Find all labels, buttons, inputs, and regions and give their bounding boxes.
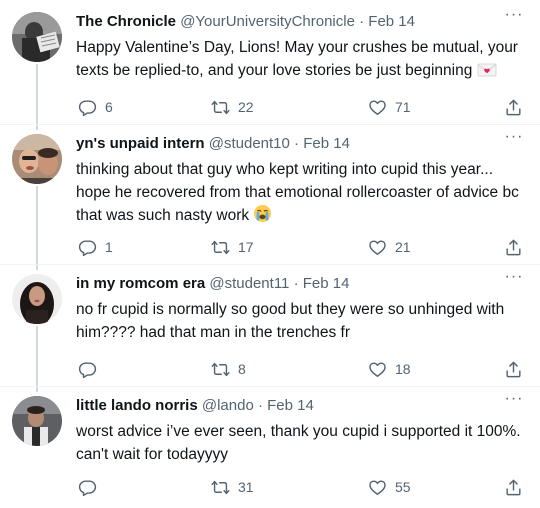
reply-button[interactable]: 6 xyxy=(78,96,113,118)
tweet-header: yn's unpaid intern @student10 · Feb 14 xyxy=(76,134,350,154)
retweet-count: 8 xyxy=(238,361,246,377)
like-count: 71 xyxy=(395,99,411,115)
avatar[interactable] xyxy=(12,12,62,62)
reply-count: 6 xyxy=(105,99,113,115)
tweet[interactable]: The Chronicle @YourUniversityChronicle ·… xyxy=(0,7,540,124)
retweet-button[interactable]: 17 xyxy=(211,236,254,258)
more-options-icon[interactable]: ··· xyxy=(504,129,524,150)
tweet-text-content: Happy Valentine’s Day, Lions! May your c… xyxy=(76,39,518,79)
like-count: 21 xyxy=(395,239,411,255)
reply-button[interactable] xyxy=(78,476,105,498)
tweet-divider xyxy=(0,386,540,387)
separator-dot: · xyxy=(294,135,300,152)
retweet-icon xyxy=(211,100,230,114)
heart-icon xyxy=(369,361,386,377)
tweet-header: little lando norris @lando · Feb 14 xyxy=(76,396,314,416)
more-options-icon[interactable]: ··· xyxy=(504,269,524,290)
display-name[interactable]: yn's unpaid intern xyxy=(76,135,205,152)
tweet-actions: 6 22 71 xyxy=(76,96,528,118)
user-handle[interactable]: @student10 xyxy=(209,135,290,152)
user-handle[interactable]: @YourUniversityChronicle xyxy=(180,13,355,30)
share-icon xyxy=(506,99,521,115)
tweet-date[interactable]: Feb 14 xyxy=(368,13,415,30)
reply-count: 1 xyxy=(105,239,113,255)
reply-button[interactable]: 1 xyxy=(78,236,113,258)
share-button[interactable] xyxy=(504,358,523,380)
share-button[interactable] xyxy=(504,476,523,498)
reply-icon xyxy=(78,361,97,378)
tweet-date[interactable]: Feb 14 xyxy=(267,397,314,414)
tweet-actions: 8 18 xyxy=(76,358,528,380)
tweet-divider xyxy=(0,124,540,125)
tweet-actions: 1 17 21 xyxy=(76,236,528,258)
heart-icon xyxy=(369,99,386,115)
separator-dot: · xyxy=(293,275,299,292)
tweet[interactable]: in my romcom era @student11 · Feb 14 ···… xyxy=(0,269,540,386)
retweet-icon xyxy=(211,362,230,376)
tweet-header: in my romcom era @student11 · Feb 14 xyxy=(76,274,349,294)
loudly-crying-face-emoji xyxy=(253,204,272,230)
like-count: 18 xyxy=(395,361,411,377)
avatar[interactable] xyxy=(12,274,62,324)
reply-icon xyxy=(78,239,97,256)
user-handle[interactable]: @lando xyxy=(202,397,254,414)
display-name[interactable]: The Chronicle xyxy=(76,13,176,30)
heart-icon xyxy=(369,239,386,255)
user-handle[interactable]: @student11 xyxy=(209,275,289,292)
like-button[interactable]: 18 xyxy=(368,358,411,380)
like-count: 55 xyxy=(395,479,411,495)
like-button[interactable]: 71 xyxy=(368,96,411,118)
tweet-divider xyxy=(0,264,540,265)
love-letter-emoji xyxy=(477,62,497,85)
tweet-text: worst advice i’ve ever seen, thank you c… xyxy=(76,423,521,463)
separator-dot: · xyxy=(257,397,263,414)
like-button[interactable]: 21 xyxy=(368,236,411,258)
display-name[interactable]: in my romcom era xyxy=(76,275,205,292)
more-options-icon[interactable]: ··· xyxy=(504,7,524,28)
retweet-icon xyxy=(211,240,230,254)
separator-dot: · xyxy=(359,13,365,30)
share-icon xyxy=(506,361,521,377)
avatar[interactable] xyxy=(12,134,62,184)
retweet-icon xyxy=(211,480,230,494)
reply-icon xyxy=(78,479,97,496)
retweet-count: 31 xyxy=(238,479,254,495)
reply-icon xyxy=(78,99,97,116)
tweet[interactable]: yn's unpaid intern @student10 · Feb 14 ·… xyxy=(0,129,540,264)
share-button[interactable] xyxy=(504,96,523,118)
tweet-text: no fr cupid is normally so good but they… xyxy=(76,301,505,341)
tweet-date[interactable]: Feb 14 xyxy=(303,275,350,292)
retweet-count: 22 xyxy=(238,99,254,115)
tweet-text: Happy Valentine’s Day, Lions! May your c… xyxy=(76,36,528,85)
retweet-button[interactable]: 31 xyxy=(211,476,254,498)
share-icon xyxy=(506,479,521,495)
tweet-date[interactable]: Feb 14 xyxy=(303,135,350,152)
heart-icon xyxy=(369,479,386,495)
retweet-button[interactable]: 22 xyxy=(211,96,254,118)
tweet-actions: 31 55 xyxy=(76,476,528,498)
share-button[interactable] xyxy=(504,236,523,258)
retweet-button[interactable]: 8 xyxy=(211,358,246,380)
reply-button[interactable] xyxy=(78,358,105,380)
avatar[interactable] xyxy=(12,396,62,446)
retweet-count: 17 xyxy=(238,239,254,255)
tweet[interactable]: little lando norris @lando · Feb 14 ··· … xyxy=(0,391,540,508)
tweet-header: The Chronicle @YourUniversityChronicle ·… xyxy=(76,12,415,32)
tweet-text-content: thinking about that guy who kept writing… xyxy=(76,161,519,224)
display-name[interactable]: little lando norris xyxy=(76,397,198,414)
tweet-thread: The Chronicle @YourUniversityChronicle ·… xyxy=(0,0,540,508)
more-options-icon[interactable]: ··· xyxy=(504,391,524,412)
tweet-text: thinking about that guy who kept writing… xyxy=(76,158,528,230)
like-button[interactable]: 55 xyxy=(368,476,411,498)
share-icon xyxy=(506,239,521,255)
